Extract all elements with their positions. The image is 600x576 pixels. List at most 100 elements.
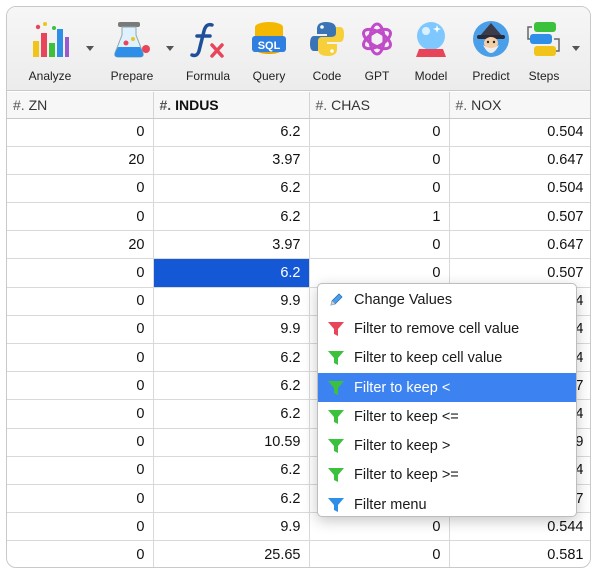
filter-green-icon <box>326 378 346 398</box>
edit-pencil-icon <box>326 290 346 310</box>
table-row: 0 6.2 0 0.504 <box>7 118 590 147</box>
cell-chas[interactable]: 1 <box>309 202 450 232</box>
cell-chas[interactable]: 0 <box>309 174 450 204</box>
cell-chas[interactable]: 0 <box>309 230 450 260</box>
python-icon <box>305 17 349 61</box>
menu-item-change-values[interactable]: Change Values <box>318 285 576 314</box>
cell-indus[interactable]: 6.2 <box>153 174 310 204</box>
cell-indus[interactable]: 6.2 <box>153 202 310 232</box>
cell-zn[interactable]: 0 <box>7 484 154 514</box>
menu-item-filter-keep-lt[interactable]: Filter to keep < <box>318 372 576 403</box>
cell-nox[interactable]: 0.504 <box>449 174 590 204</box>
cell-zn[interactable]: 0 <box>7 512 154 542</box>
cell-zn[interactable]: 20 <box>7 230 154 260</box>
cell-indus[interactable]: 9.9 <box>153 512 310 542</box>
cell-zn[interactable]: 0 <box>7 315 154 345</box>
filter-green-icon <box>326 436 346 456</box>
query-label: Query <box>252 69 286 83</box>
cell-indus[interactable]: 3.97 <box>153 146 310 175</box>
header-row: #. ZN #. INDUS #. CHAS #. NOX <box>7 92 590 119</box>
function-icon <box>186 17 230 61</box>
steps-dropdown-icon[interactable] <box>571 43 581 53</box>
cell-zn[interactable]: 0 <box>7 343 154 373</box>
table-row: 20 3.97 0 0.647 <box>7 146 590 175</box>
cell-nox[interactable]: 0.581 <box>449 540 590 567</box>
prepare-button[interactable]: Prepare <box>101 17 163 87</box>
table-row: 0 6.2 0 0.504 <box>7 174 590 204</box>
cell-zn[interactable]: 0 <box>7 540 154 567</box>
context-menu: Change Values Filter to remove cell valu… <box>317 283 577 517</box>
column-header-indus[interactable]: #. INDUS <box>153 92 310 119</box>
cell-zn[interactable]: 0 <box>7 174 154 204</box>
table-row: 0 25.65 0 0.581 <box>7 540 590 567</box>
column-header-nox[interactable]: #. NOX <box>449 92 590 119</box>
cell-zn[interactable]: 0 <box>7 371 154 401</box>
menu-item-filter-menu[interactable]: Filter menu <box>318 490 576 519</box>
toolbar: Analyze Prepare Formula SQL Query Code G… <box>7 7 590 91</box>
code-label: Code <box>312 69 342 83</box>
steps-button[interactable]: Steps <box>523 17 565 87</box>
predict-label: Predict <box>472 69 510 83</box>
cell-zn[interactable]: 0 <box>7 399 154 429</box>
selected-cell-indus[interactable]: 6.2 <box>153 258 310 288</box>
menu-item-filter-keep-gt[interactable]: Filter to keep > <box>318 431 576 460</box>
menu-item-filter-keep-lte[interactable]: Filter to keep <= <box>318 402 576 431</box>
cell-indus[interactable]: 3.97 <box>153 230 310 260</box>
cell-zn[interactable]: 20 <box>7 146 154 175</box>
menu-item-filter-keep-value[interactable]: Filter to keep cell value <box>318 344 576 373</box>
cell-indus[interactable]: 6.2 <box>153 343 310 373</box>
table-row: 0 6.2 1 0.507 <box>7 202 590 232</box>
model-button[interactable]: Model <box>407 17 455 87</box>
wizard-icon <box>469 17 513 61</box>
code-button[interactable]: Code <box>303 17 351 87</box>
predict-button[interactable]: Predict <box>463 17 519 87</box>
prepare-label: Prepare <box>110 69 154 83</box>
cell-zn[interactable]: 0 <box>7 202 154 232</box>
analyze-dropdown-icon[interactable] <box>85 43 95 53</box>
cell-indus[interactable]: 9.9 <box>153 287 310 316</box>
cell-zn[interactable]: 0 <box>7 258 154 288</box>
analyze-button[interactable]: Analyze <box>19 17 81 87</box>
gpt-label: GPT <box>364 69 390 83</box>
formula-label: Formula <box>185 69 230 83</box>
formula-button[interactable]: Formula <box>179 17 237 87</box>
gpt-icon <box>355 17 399 61</box>
steps-label: Steps <box>528 69 560 83</box>
gpt-button[interactable]: GPT <box>354 17 400 87</box>
filter-blue-icon <box>326 495 346 515</box>
menu-item-filter-remove-value[interactable]: Filter to remove cell value <box>318 314 576 343</box>
cell-indus[interactable]: 6.2 <box>153 118 310 147</box>
cell-zn[interactable]: 0 <box>7 428 154 457</box>
svg-text:SQL: SQL <box>258 40 281 52</box>
cell-indus[interactable]: 10.59 <box>153 428 310 457</box>
filter-green-icon <box>326 407 346 427</box>
cell-nox[interactable]: 0.504 <box>449 118 590 147</box>
cell-chas[interactable]: 0 <box>309 540 450 567</box>
cell-indus[interactable]: 6.2 <box>153 399 310 429</box>
query-button[interactable]: SQL Query <box>245 17 293 87</box>
menu-item-filter-keep-gte[interactable]: Filter to keep >= <box>318 461 576 490</box>
flask-icon <box>110 17 154 61</box>
cell-zn[interactable]: 0 <box>7 456 154 485</box>
analyze-label: Analyze <box>28 69 72 83</box>
table-row: 20 3.97 0 0.647 <box>7 230 590 260</box>
filter-green-icon <box>326 465 346 485</box>
prepare-dropdown-icon[interactable] <box>165 43 175 53</box>
cell-zn[interactable]: 0 <box>7 287 154 316</box>
cell-indus[interactable]: 25.65 <box>153 540 310 567</box>
cell-indus[interactable]: 6.2 <box>153 371 310 401</box>
cell-nox[interactable]: 0.647 <box>449 230 590 260</box>
cell-indus[interactable]: 6.2 <box>153 484 310 514</box>
cell-nox[interactable]: 0.507 <box>449 202 590 232</box>
cell-nox[interactable]: 0.647 <box>449 146 590 175</box>
cell-chas[interactable]: 0 <box>309 146 450 175</box>
cell-zn[interactable]: 0 <box>7 118 154 147</box>
cell-indus[interactable]: 6.2 <box>153 456 310 485</box>
cell-chas[interactable]: 0 <box>309 118 450 147</box>
column-header-chas[interactable]: #. CHAS <box>309 92 450 119</box>
cell-indus[interactable]: 9.9 <box>153 315 310 345</box>
column-header-zn[interactable]: #. ZN <box>7 92 154 119</box>
app-window: Analyze Prepare Formula SQL Query Code G… <box>6 6 591 568</box>
steps-icon <box>522 17 566 61</box>
filter-red-icon <box>326 319 346 339</box>
